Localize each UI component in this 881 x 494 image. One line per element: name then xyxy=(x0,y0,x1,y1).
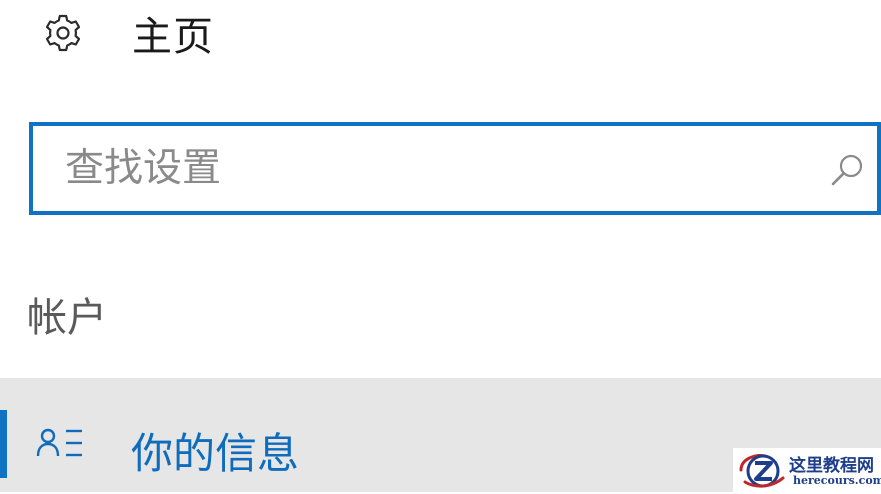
gear-icon xyxy=(38,8,88,58)
watermark-title: 这里教程网 xyxy=(789,456,874,476)
sidebar-item-label: 你的信息 xyxy=(131,429,300,478)
watermark-logo-icon xyxy=(737,450,789,490)
watermark-url: herecours.com xyxy=(793,474,881,487)
search-icon[interactable] xyxy=(825,148,869,192)
page-title: 主页 xyxy=(132,14,214,60)
search-box[interactable] xyxy=(29,122,881,215)
home-nav-item[interactable]: 主页 xyxy=(38,8,214,60)
watermark: 这里教程网 herecours.com xyxy=(733,448,881,492)
user-list-icon xyxy=(36,426,90,464)
search-input[interactable] xyxy=(65,126,805,211)
selection-indicator xyxy=(0,410,7,478)
section-header-accounts: 帐户 xyxy=(27,295,107,341)
